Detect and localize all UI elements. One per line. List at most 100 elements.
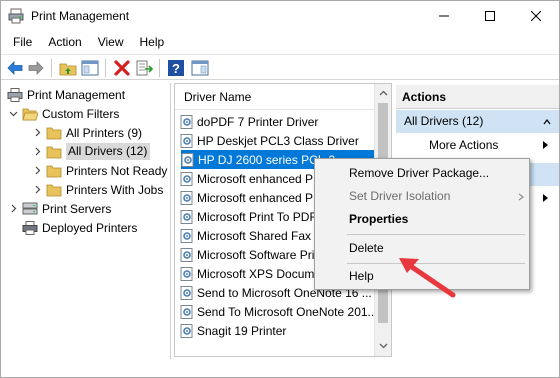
- driver-gear-icon: [180, 228, 193, 243]
- driver-gear-icon: [180, 323, 193, 338]
- printer-app-icon: [8, 8, 24, 24]
- tree-printers-with-jobs-label: Printers With Jobs: [66, 182, 164, 197]
- tree-node-deployed-printers[interactable]: Deployed Printers: [22, 218, 137, 237]
- driver-row[interactable]: Send To Microsoft OneNote 201...: [180, 302, 378, 321]
- chevron-right-icon[interactable]: [7, 203, 19, 215]
- folder-up-icon[interactable]: [59, 59, 77, 77]
- printer-icon: [22, 220, 38, 235]
- chevron-down-icon[interactable]: [7, 108, 19, 120]
- tree-node-custom-filters[interactable]: Custom Filters: [7, 104, 119, 123]
- driver-row[interactable]: Snagit 19 Printer: [180, 321, 375, 340]
- red-annotation-arrow-icon: [399, 258, 456, 298]
- tree-node-all-printers[interactable]: All Printers (9): [31, 123, 142, 142]
- folder-icon: [46, 146, 62, 158]
- ctx-set-driver-isolation[interactable]: Set Driver Isolation: [315, 185, 529, 208]
- driver-gear-icon: [180, 285, 193, 300]
- tree-node-printers-with-jobs[interactable]: Printers With Jobs: [31, 180, 163, 199]
- tree-node-print-servers[interactable]: Print Servers: [7, 199, 111, 218]
- ctx-separator: [347, 234, 525, 235]
- chevron-right-icon[interactable]: [31, 184, 43, 196]
- show-hide-tree-icon[interactable]: [81, 59, 99, 77]
- driver-row[interactable]: HP Deskjet PCL3 Class Driver: [180, 131, 375, 150]
- minimize-icon: [439, 15, 449, 17]
- tree-all-drivers-label: All Drivers (12): [66, 143, 151, 160]
- title-bar: Print Management: [1, 1, 559, 31]
- driver-gear-icon: [180, 133, 193, 148]
- driver-name: doPDF 7 Printer Driver: [197, 114, 319, 129]
- maximize-button[interactable]: [467, 1, 513, 31]
- maximize-icon: [485, 11, 495, 21]
- tree-deployed-printers-label: Deployed Printers: [42, 220, 138, 235]
- more-actions-item[interactable]: More Actions: [396, 134, 559, 156]
- driver-name: HP Deskjet PCL3 Class Driver: [197, 133, 359, 148]
- tree-node-all-drivers[interactable]: All Drivers (12): [31, 142, 151, 161]
- printer-icon: [7, 87, 23, 102]
- more-actions-label: More Actions: [429, 138, 499, 152]
- actions-header: Actions: [396, 85, 559, 109]
- folder-icon: [46, 184, 62, 196]
- export-list-icon[interactable]: [135, 59, 153, 77]
- submenu-arrow-icon: [543, 141, 548, 149]
- menu-bar: File Action View Help: [1, 31, 559, 53]
- close-icon: [531, 11, 541, 21]
- driver-gear-icon: [180, 304, 193, 319]
- navigation-tree: Print Management Custom Filters All Prin…: [3, 83, 171, 359]
- submenu-arrow-icon: [543, 194, 548, 202]
- driver-name: Microsoft Print To PDF: [197, 209, 317, 224]
- collapse-up-icon[interactable]: [543, 118, 551, 126]
- toolbar-separator: [105, 59, 106, 77]
- column-header-driver-name[interactable]: Driver Name: [175, 84, 375, 110]
- print-management-window: Print Management File Action View Help ?…: [0, 0, 560, 378]
- tree-printers-not-ready-label: Printers Not Ready: [66, 163, 168, 178]
- chevron-right-icon[interactable]: [31, 165, 43, 177]
- toolbar: ?: [1, 54, 559, 80]
- tree-node-printers-not-ready[interactable]: Printers Not Ready: [31, 161, 167, 180]
- driver-row[interactable]: doPDF 7 Printer Driver: [180, 112, 375, 131]
- driver-name: Microsoft Software Pri: [197, 247, 315, 262]
- console-view-icon[interactable]: [191, 59, 209, 77]
- tree-all-printers-label: All Printers (9): [66, 125, 143, 140]
- chevron-right-icon[interactable]: [31, 146, 43, 158]
- driver-name: Snagit 19 Printer: [197, 323, 287, 338]
- menu-action[interactable]: Action: [40, 31, 89, 53]
- driver-gear-icon: [180, 114, 193, 129]
- help-icon[interactable]: ?: [167, 59, 185, 77]
- tree-root-label: Print Management: [27, 87, 126, 102]
- forward-arrow-icon[interactable]: [27, 59, 45, 77]
- delete-x-icon[interactable]: [113, 59, 131, 77]
- driver-gear-icon: [181, 152, 194, 167]
- actions-section-all-drivers[interactable]: All Drivers (12): [396, 110, 559, 133]
- driver-name: Microsoft XPS Docum: [197, 266, 315, 281]
- driver-name: Microsoft enhanced P: [197, 190, 314, 205]
- driver-gear-icon: [180, 190, 193, 205]
- back-arrow-icon[interactable]: [6, 59, 24, 77]
- actions-section-label: All Drivers (12): [404, 114, 484, 128]
- driver-name: Send To Microsoft OneNote 201...: [197, 304, 378, 319]
- server-icon: [22, 202, 38, 214]
- driver-gear-icon: [180, 266, 193, 281]
- ctx-properties[interactable]: Properties: [315, 208, 529, 231]
- toolbar-separator: [159, 59, 160, 77]
- driver-gear-icon: [180, 209, 193, 224]
- driver-gear-icon: [180, 171, 193, 186]
- scroll-up-icon[interactable]: [379, 89, 388, 98]
- menu-file[interactable]: File: [5, 31, 40, 53]
- close-button[interactable]: [513, 1, 559, 31]
- folder-icon: [46, 127, 62, 139]
- window-title: Print Management: [31, 9, 130, 23]
- driver-name: Microsoft enhanced P: [197, 171, 314, 186]
- driver-name: Microsoft Shared Fax D: [197, 228, 324, 243]
- menu-help[interactable]: Help: [132, 31, 173, 53]
- ctx-remove-driver-package[interactable]: Remove Driver Package...: [315, 162, 529, 185]
- folder-open-icon: [22, 108, 38, 120]
- scroll-down-icon[interactable]: [379, 341, 388, 350]
- svg-text:?: ?: [172, 61, 180, 76]
- tree-custom-filters-label: Custom Filters: [42, 106, 120, 121]
- chevron-right-icon[interactable]: [31, 127, 43, 139]
- folder-icon: [46, 165, 62, 177]
- driver-gear-icon: [180, 247, 193, 262]
- menu-view[interactable]: View: [90, 31, 132, 53]
- minimize-button[interactable]: [421, 1, 467, 31]
- toolbar-separator: [51, 59, 52, 77]
- tree-node-root[interactable]: Print Management: [7, 85, 125, 104]
